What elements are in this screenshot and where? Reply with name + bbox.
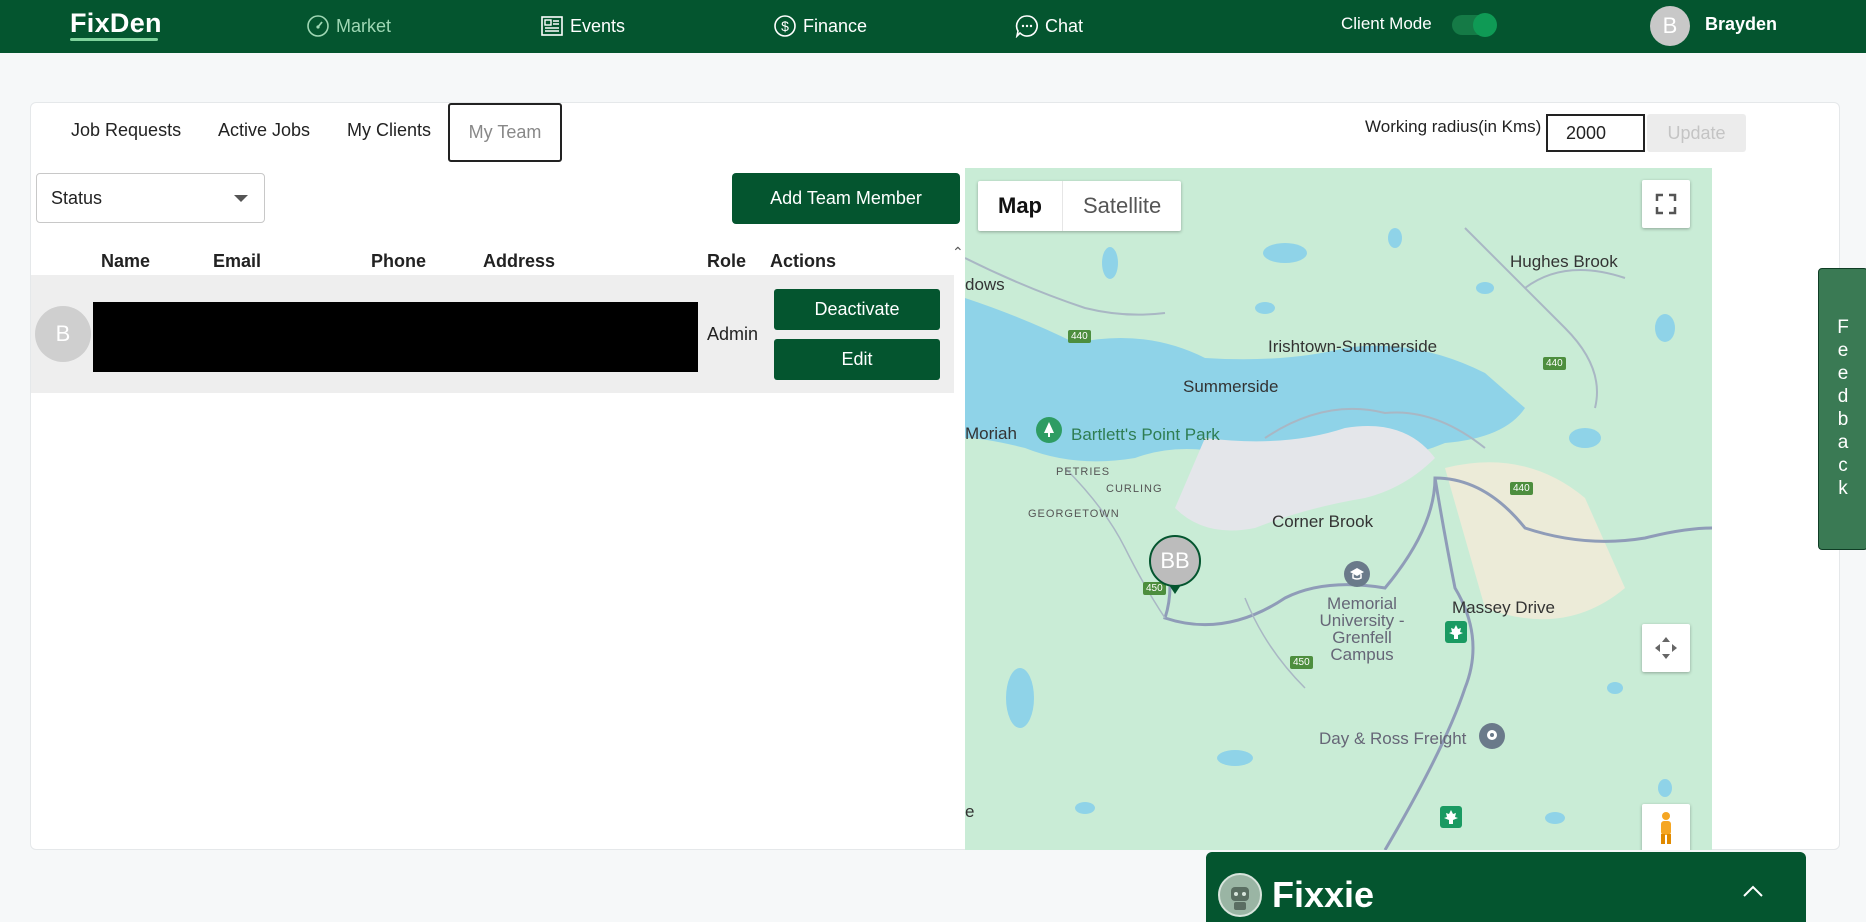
speedometer-icon (307, 15, 329, 37)
map[interactable]: Map Satellite Hughes Brook dows Irishtow… (965, 168, 1712, 850)
col-header-actions[interactable]: Actions (770, 251, 836, 272)
camera-pan-icon[interactable] (1642, 624, 1690, 672)
feedback-label: Feedback (1832, 317, 1854, 501)
maple-leaf-icon[interactable] (1440, 806, 1462, 828)
col-header-phone[interactable]: Phone (371, 251, 426, 272)
status-select[interactable]: Status (36, 173, 265, 223)
working-radius-label: Working radius(in Kms) (1365, 117, 1542, 136)
nav-market-label: Market (336, 15, 392, 36)
working-radius-input[interactable] (1546, 114, 1645, 152)
map-label-corner-brook: Corner Brook (1272, 512, 1374, 531)
route-shield: 440 (1510, 482, 1533, 495)
edit-button[interactable]: Edit (774, 339, 940, 380)
scroll-up-icon[interactable]: ⌃ (952, 244, 964, 261)
col-header-role[interactable]: Role (707, 251, 746, 272)
svg-text:$: $ (781, 18, 789, 34)
park-tree-icon[interactable] (1035, 416, 1063, 444)
map-label-hughes-brook: Hughes Brook (1510, 252, 1618, 271)
map-label-georgetown: GEORGETOWN (1028, 508, 1120, 520)
chat-bubble-icon (1015, 15, 1038, 38)
map-label-moriah: Moriah (965, 424, 1017, 443)
tab-my-team[interactable]: My Team (448, 103, 562, 162)
redacted-block (93, 302, 698, 372)
fixden-logo[interactable]: FixDen (70, 8, 162, 39)
university-icon[interactable] (1343, 560, 1371, 588)
nav-chat[interactable]: Chat (1015, 12, 1083, 40)
chevron-up-icon[interactable] (1742, 884, 1764, 898)
map-label-summerside: Summerside (1183, 377, 1279, 396)
map-label-memorial-university: Memorial University - Grenfell Campus (1319, 594, 1405, 664)
update-button[interactable]: Update (1647, 114, 1746, 152)
col-header-address[interactable]: Address (483, 251, 555, 272)
map-label-massey-drive: Massey Drive (1452, 598, 1555, 617)
marker-tip (1169, 585, 1181, 594)
user-avatar[interactable]: B (1650, 6, 1690, 46)
fixxie-title: Fixxie (1272, 874, 1375, 915)
member-role: Admin (707, 324, 759, 344)
location-pin-icon[interactable] (1478, 722, 1506, 750)
feedback-tab[interactable]: Feedback (1818, 268, 1866, 550)
nav-events-label: Events (570, 15, 626, 36)
maple-leaf-icon[interactable] (1445, 621, 1467, 643)
caret-down-icon (234, 195, 248, 202)
nav-events[interactable]: Events (540, 12, 625, 40)
map-type-map[interactable]: Map (978, 181, 1062, 231)
tab-active-jobs[interactable]: Active Jobs (218, 120, 310, 144)
deactivate-button[interactable]: Deactivate (774, 289, 940, 330)
dollar-icon: $ (774, 15, 796, 37)
fullscreen-icon[interactable] (1642, 180, 1690, 228)
newspaper-icon (541, 16, 563, 36)
logo-underline (70, 38, 158, 41)
team-member-marker[interactable]: BB (1149, 535, 1201, 587)
col-header-name[interactable]: Name (101, 251, 150, 272)
nav-market[interactable]: Market (306, 12, 391, 40)
route-shield: 440 (1068, 330, 1091, 343)
tab-my-clients[interactable]: My Clients (347, 120, 431, 144)
nav-chat-label: Chat (1045, 15, 1084, 36)
tab-job-requests[interactable]: Job Requests (71, 120, 181, 144)
map-label-bartletts-point-park: Bartlett's Point Park (1071, 425, 1220, 444)
top-nav: FixDen Market Events $ Finance Chat Clie… (0, 0, 1866, 53)
map-label-edge: e (965, 802, 975, 821)
nav-finance[interactable]: $ Finance (773, 12, 867, 40)
client-mode-toggle-knob[interactable] (1473, 13, 1497, 37)
map-label-meadows: dows (965, 275, 1005, 294)
user-name[interactable]: Brayden (1705, 14, 1777, 35)
map-label-irishtown: Irishtown-Summerside (1268, 337, 1438, 356)
pegman-icon[interactable] (1642, 804, 1690, 850)
map-label-petries: PETRIES (1056, 466, 1111, 478)
status-select-value: Status (51, 187, 103, 208)
map-type-control: Map Satellite (978, 181, 1182, 231)
client-mode-label: Client Mode (1341, 14, 1432, 33)
fixxie-assistant-panel[interactable]: Fixxie (1206, 852, 1806, 922)
col-header-email[interactable]: Email (213, 251, 261, 272)
nav-finance-label: Finance (803, 15, 868, 36)
robot-avatar-icon (1218, 873, 1262, 917)
map-type-satellite[interactable]: Satellite (1062, 181, 1181, 231)
route-shield: 450 (1290, 656, 1313, 669)
map-label-curling: CURLING (1106, 483, 1163, 495)
map-label-day-ross-freight: Day & Ross Freight (1319, 729, 1467, 748)
member-avatar: B (35, 306, 91, 362)
add-team-member-button[interactable]: Add Team Member (732, 173, 960, 224)
route-shield: 440 (1543, 357, 1566, 370)
